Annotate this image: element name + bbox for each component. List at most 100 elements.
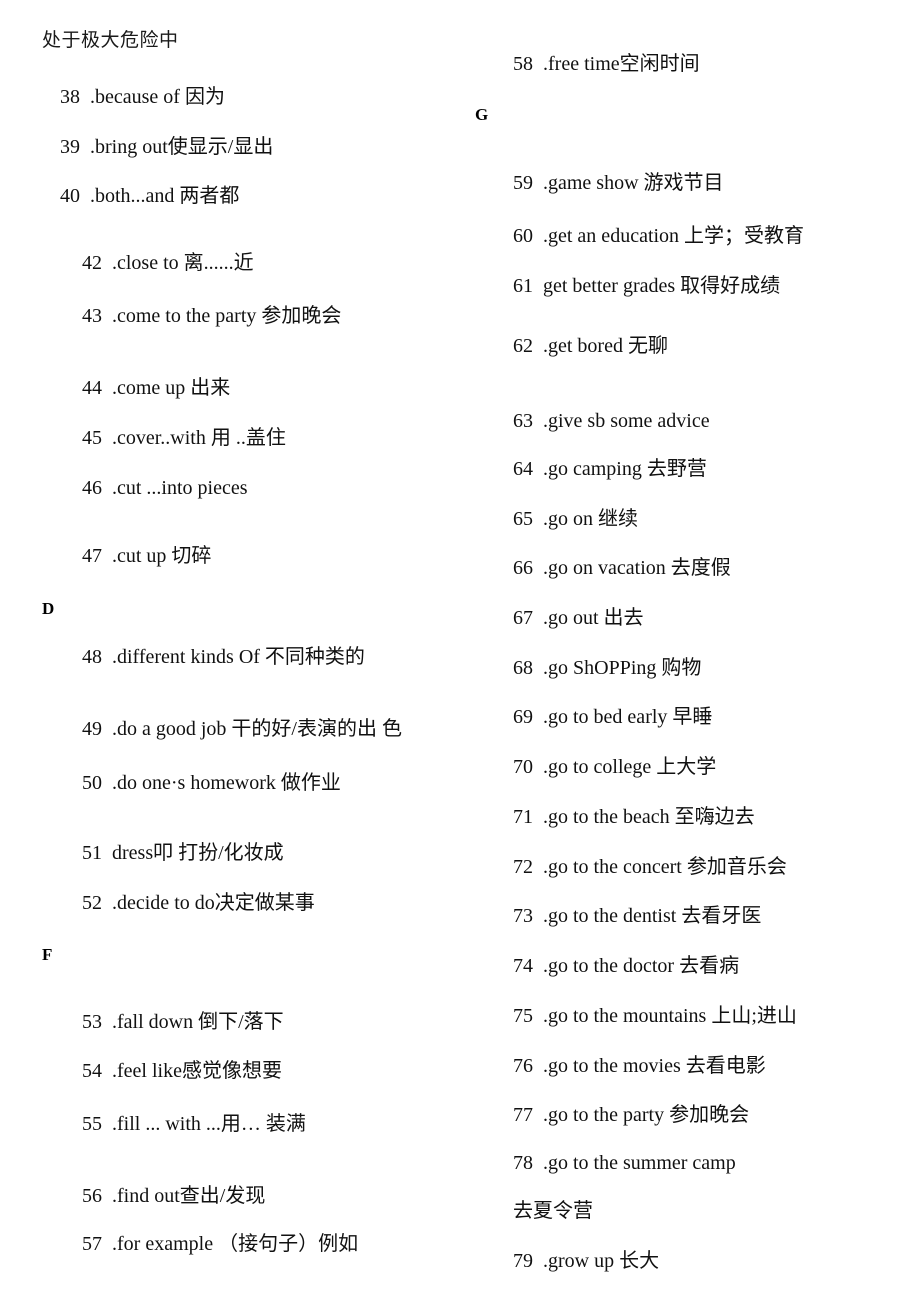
entry-number: 72 bbox=[513, 856, 533, 878]
vocabulary-entry: 76 .go to the movies 去看电影 bbox=[513, 1056, 766, 1076]
vocabulary-entry: 60 .get an education 上学；受教育 bbox=[513, 226, 804, 246]
entry-number: 67 bbox=[513, 607, 533, 629]
entry-text: .go to the party 参加晚会 bbox=[543, 1104, 750, 1126]
entry-text: .close to 离......近 bbox=[112, 252, 254, 274]
vocabulary-entry: 74 .go to the doctor 去看病 bbox=[513, 956, 739, 976]
vocabulary-entry: 69 .go to bed early 早睡 bbox=[513, 707, 712, 727]
entry-number: 57 bbox=[82, 1233, 102, 1255]
entry-number: 68 bbox=[513, 657, 533, 679]
entry-text: .find out查出/发现 bbox=[112, 1185, 266, 1207]
entry-number: 78 bbox=[513, 1152, 533, 1174]
entry-number: 76 bbox=[513, 1055, 533, 1077]
vocabulary-entry: 75 .go to the mountains 上山;进山 bbox=[513, 1006, 797, 1026]
entry-number: 61 bbox=[513, 275, 533, 297]
entry-text: .come to the party 参加晚会 bbox=[112, 305, 342, 327]
vocabulary-entry: 43 .come to the party 参加晚会 bbox=[82, 306, 341, 326]
entry-text: .do one·s homework 做作业 bbox=[112, 772, 341, 794]
entry-text: .for example （接句子）例如 bbox=[112, 1233, 359, 1255]
vocabulary-entry: 67 .go out 出去 bbox=[513, 608, 644, 628]
entry-text: .feel like感觉像想要 bbox=[112, 1060, 282, 1082]
entry-number: 60 bbox=[513, 225, 533, 247]
entry-number: 70 bbox=[513, 756, 533, 778]
vocabulary-entry: 40 .both...and 两者都 bbox=[60, 186, 239, 206]
entry-text: .go to the beach 至嗨边去 bbox=[543, 806, 755, 828]
vocabulary-entry: 58 .free time空闲时间 bbox=[513, 54, 700, 74]
entry-number: 73 bbox=[513, 905, 533, 927]
entry-number: 77 bbox=[513, 1104, 533, 1126]
entry-number: 63 bbox=[513, 410, 533, 432]
document-page: 处于极大危险中 D F 38 .because of 因为 39 .bring out使显… bbox=[0, 0, 920, 1301]
entry-number: 51 bbox=[82, 842, 102, 864]
vocabulary-entry: 48 .different kinds Of 不同种类的 bbox=[82, 647, 365, 667]
entry-number: 69 bbox=[513, 706, 533, 728]
vocabulary-entry: 73 .go to the dentist 去看牙医 bbox=[513, 906, 761, 926]
entry-text: .free time空闲时间 bbox=[543, 53, 700, 75]
vocabulary-entry: 66 .go on vacation 去度假 bbox=[513, 558, 731, 578]
entry-text: .give sb some advice bbox=[543, 410, 710, 432]
entry-text: .bring out使显示/显出 bbox=[90, 136, 274, 158]
entry-text: 去夏令营 bbox=[513, 1200, 593, 1222]
vocabulary-entry: 63 .give sb some advice bbox=[513, 411, 710, 431]
vocabulary-entry: 68 .go ShOPPing 购物 bbox=[513, 658, 701, 678]
section-letter-f: F bbox=[42, 945, 53, 964]
section-letter-d: D bbox=[42, 599, 55, 618]
entry-text: .decide to do决定做某事 bbox=[112, 892, 315, 914]
entry-number: 53 bbox=[82, 1011, 102, 1033]
entry-number: 59 bbox=[513, 172, 533, 194]
entry-text: .do a good job 干的好/表演的出 色 bbox=[112, 718, 402, 740]
entry-number: 45 bbox=[82, 427, 102, 449]
vocabulary-entry: 65 .go on 继续 bbox=[513, 509, 638, 529]
entry-text: .go to the doctor 去看病 bbox=[543, 955, 740, 977]
vocabulary-entry: 54 .feel like感觉像想要 bbox=[82, 1061, 282, 1081]
entry-text: .go on 继续 bbox=[543, 508, 638, 530]
vocabulary-entry: 52 .decide to do决定做某事 bbox=[82, 893, 315, 913]
vocabulary-entry: 44 .come up 出来 bbox=[82, 378, 230, 398]
entry-text: .come up 出来 bbox=[112, 377, 231, 399]
entry-number: 79 bbox=[513, 1250, 533, 1272]
entry-text: .go on vacation 去度假 bbox=[543, 557, 731, 579]
entry-number: 52 bbox=[82, 892, 102, 914]
entry-text: .get bored 无聊 bbox=[543, 335, 668, 357]
entry-number: 38 bbox=[60, 86, 80, 108]
entry-number: 66 bbox=[513, 557, 533, 579]
vocabulary-entry: 78 .go to the summer camp bbox=[513, 1153, 736, 1173]
entry-text: .go to bed early 早睡 bbox=[543, 706, 713, 728]
entry-number: 47 bbox=[82, 545, 102, 567]
entry-number: 39 bbox=[60, 136, 80, 158]
vocabulary-entry: 77 .go to the party 参加晚会 bbox=[513, 1105, 749, 1125]
entry-text: .because of 因为 bbox=[90, 86, 225, 108]
vocabulary-entry: 49 .do a good job 干的好/表演的出 色 bbox=[82, 719, 402, 739]
vocabulary-entry: 57 .for example （接句子）例如 bbox=[82, 1234, 358, 1254]
vocabulary-entry: 72 .go to the concert 参加音乐会 bbox=[513, 857, 787, 877]
entry-number: 49 bbox=[82, 718, 102, 740]
entry-number: 71 bbox=[513, 806, 533, 828]
vocabulary-entry: 42 .close to 离......近 bbox=[82, 253, 254, 273]
section-letter-g: G bbox=[475, 105, 489, 124]
vocabulary-entry: 70 .go to college 上大学 bbox=[513, 757, 716, 777]
vocabulary-entry: 79 .grow up 长大 bbox=[513, 1251, 659, 1271]
vocabulary-entry: 53 .fall down 倒下/落下 bbox=[82, 1012, 284, 1032]
entry-text: .go out 出去 bbox=[543, 607, 644, 629]
entry-text: .game show 游戏节目 bbox=[543, 172, 724, 194]
vocabulary-entry: 47 .cut up 切碎 bbox=[82, 546, 211, 566]
vocabulary-entry: 51 dress叩 打扮/化妆成 bbox=[82, 843, 284, 863]
entry-text: .go ShOPPing 购物 bbox=[543, 657, 702, 679]
vocabulary-entry: 62 .get bored 无聊 bbox=[513, 336, 668, 356]
vocabulary-entry: 64 .go camping 去野营 bbox=[513, 459, 707, 479]
vocabulary-entry: 45 .cover..with 用 ..盖住 bbox=[82, 428, 286, 448]
entry-number: 74 bbox=[513, 955, 533, 977]
vocabulary-entry: 38 .because of 因为 bbox=[60, 87, 225, 107]
vocabulary-entry: 46 .cut ...into pieces bbox=[82, 478, 248, 498]
vocabulary-entry: 59 .game show 游戏节目 bbox=[513, 173, 724, 193]
entry-number: 56 bbox=[82, 1185, 102, 1207]
entry-text: .go to the concert 参加音乐会 bbox=[543, 856, 787, 878]
vocabulary-entry: 50 .do one·s homework 做作业 bbox=[82, 773, 341, 793]
entry-continuation-line: 去夏令营 bbox=[513, 1201, 593, 1221]
entry-text: .cut ...into pieces bbox=[112, 477, 248, 499]
entry-text: .both...and 两者都 bbox=[90, 185, 240, 207]
entry-text: .fill ... with ...用… 装满 bbox=[112, 1113, 306, 1135]
entry-number: 62 bbox=[513, 335, 533, 357]
entry-number: 50 bbox=[82, 772, 102, 794]
vocabulary-entry: 71 .go to the beach 至嗨边去 bbox=[513, 807, 755, 827]
entry-text: .cover..with 用 ..盖住 bbox=[112, 427, 286, 449]
